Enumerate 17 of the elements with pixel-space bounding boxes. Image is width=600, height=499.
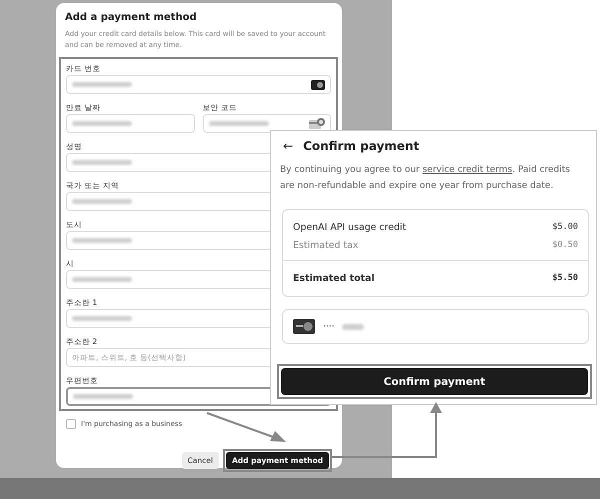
line-label: Estimated tax	[293, 240, 358, 250]
line-label: Estimated total	[293, 272, 375, 284]
terms-link[interactable]: service credit terms	[422, 165, 512, 175]
line-amount: $0.50	[552, 240, 578, 250]
line-amount: $5.00	[552, 222, 578, 232]
line-label: OpenAI API usage credit	[293, 222, 406, 232]
masked-number: ····	[323, 322, 334, 332]
checkbox[interactable]	[66, 419, 76, 429]
card-icon	[293, 319, 315, 334]
panel-title: Confirm payment	[303, 139, 420, 153]
terms-text: By continuing you agree to our service credit terms. Paid credits are non-refundable and expire one year from purchase date.	[279, 164, 571, 193]
confirm-button[interactable]: Confirm payment	[281, 368, 588, 395]
line-amount: $5.50	[552, 273, 578, 283]
payment-method-card[interactable]: ····	[282, 309, 589, 344]
card-icon	[311, 80, 325, 90]
dialog-title: Add a payment method	[64, 12, 198, 25]
back-button[interactable]: ←	[283, 139, 294, 153]
